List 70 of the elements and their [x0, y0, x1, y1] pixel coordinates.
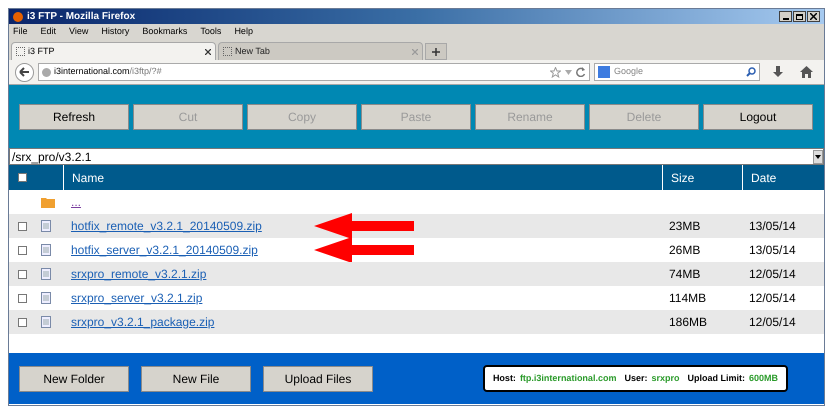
file-link[interactable]: ... — [71, 193, 82, 211]
size-cell-text: 186MB — [669, 314, 708, 331]
maximize-icon[interactable] — [793, 11, 806, 22]
menu-item[interactable]: File — [13, 25, 28, 39]
toolbar-button[interactable]: Refresh — [19, 104, 129, 130]
menu-item[interactable]: Tools — [200, 25, 222, 39]
folder-icon — [41, 196, 55, 208]
row-checkbox[interactable] — [18, 294, 27, 302]
toolbar-button[interactable]: Logout — [703, 104, 813, 130]
browser-tab[interactable]: New Tab — [218, 42, 423, 60]
path-select[interactable]: /srx_pro/v3.2.1 — [9, 148, 824, 165]
date-cell-text: 13/05/14 — [749, 242, 796, 259]
home-icon[interactable] — [800, 66, 813, 78]
date-cell-text: 12/05/14 — [749, 266, 796, 283]
info-label: User: — [624, 372, 648, 385]
star-icon[interactable] — [550, 66, 561, 78]
row-checkbox[interactable] — [18, 246, 27, 254]
size-cell-text: 23MB — [669, 218, 700, 235]
size-cell-text: 114MB — [669, 290, 706, 307]
info-value: srxpro — [651, 372, 680, 385]
reload-icon[interactable] — [576, 67, 586, 77]
row-checkbox[interactable] — [18, 270, 27, 278]
file-icon — [41, 316, 51, 328]
new-tab-button[interactable] — [425, 43, 447, 60]
close-icon[interactable] — [205, 48, 211, 54]
menu-item[interactable]: Bookmarks — [142, 25, 188, 39]
back-icon[interactable] — [15, 62, 34, 82]
browser-tab[interactable]: i3 FTP — [11, 42, 216, 60]
size-cell-text: 26MB — [669, 242, 700, 259]
dropdown-arrow-icon — [815, 154, 821, 158]
menu-item[interactable]: View — [69, 25, 88, 39]
file-icon — [41, 292, 51, 304]
download-icon[interactable] — [772, 66, 784, 78]
file-icon — [41, 244, 51, 256]
date-cell-text: 12/05/14 — [749, 290, 796, 307]
info-value: ftp.i3international.com — [520, 372, 616, 385]
dropdown-icon[interactable] — [565, 70, 572, 74]
window-title: i3 FTP - Mozilla Firefox — [27, 12, 136, 22]
file-link[interactable]: srxpro_server_v3.2.1.zip — [71, 289, 202, 307]
search-bar[interactable]: Google — [594, 63, 760, 81]
info-value: 600MB — [748, 372, 778, 385]
info-label: Upload Limit: — [687, 372, 745, 385]
file-link[interactable]: srxpro_remote_v3.2.1.zip — [71, 265, 206, 283]
row-checkbox[interactable] — [18, 222, 27, 230]
date-cell-text: 13/05/14 — [749, 218, 796, 235]
footer-button[interactable]: New Folder — [19, 366, 129, 392]
address-bar[interactable]: i3international.com/i3ftp/?# — [38, 63, 590, 81]
footer-button[interactable]: New File — [141, 366, 251, 392]
select-all-checkbox[interactable] — [18, 173, 27, 182]
column-header[interactable]: Date — [743, 165, 824, 190]
date-cell-text: 12/05/14 — [749, 314, 796, 331]
file-link[interactable]: hotfix_server_v3.2.1_20140509.zip — [71, 241, 258, 259]
menu-item[interactable]: Edit — [40, 25, 56, 39]
search-field[interactable]: Google — [614, 65, 734, 79]
file-link[interactable]: srxpro_v3.2.1_package.zip — [71, 313, 214, 331]
menu-item[interactable]: Help — [234, 25, 253, 39]
row-checkbox[interactable] — [18, 318, 27, 326]
file-icon — [41, 268, 51, 280]
info-label: Host: — [492, 372, 516, 385]
close-icon[interactable] — [807, 11, 820, 22]
footer-button[interactable]: Upload Files — [263, 366, 373, 392]
menu-item[interactable]: History — [101, 25, 130, 39]
globe-icon — [42, 68, 51, 76]
file-link[interactable]: hotfix_remote_v3.2.1_20140509.zip — [71, 217, 262, 235]
file-icon — [41, 220, 51, 232]
minimize-icon[interactable] — [779, 11, 792, 22]
size-cell-text: 74MB — [669, 266, 700, 283]
search-icon[interactable] — [746, 67, 756, 77]
browser-logo-icon — [13, 12, 23, 22]
plus-icon — [432, 48, 440, 56]
